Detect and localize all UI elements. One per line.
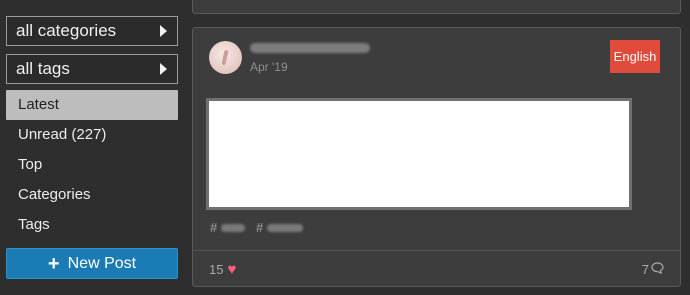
nav-list: Latest Unread (227) Top Categories Tags	[6, 90, 178, 240]
tag-redacted	[221, 223, 246, 232]
nav-item-categories[interactable]: Categories	[6, 180, 178, 210]
card-divider	[193, 250, 680, 251]
like-button[interactable]: 15 ♥	[209, 262, 236, 277]
tags-dropdown[interactable]: all tags	[6, 54, 178, 84]
previous-post-card	[192, 0, 681, 14]
categories-dropdown-label: all categories	[16, 21, 117, 40]
nav-item-tags[interactable]: Tags	[6, 210, 178, 240]
hashtag-icon: #	[256, 220, 264, 235]
caret-right-icon	[160, 25, 167, 37]
hashtag-icon: #	[210, 220, 218, 235]
comment-icon	[649, 262, 664, 277]
caret-right-icon	[160, 63, 167, 75]
tag-redacted	[267, 223, 304, 232]
post-card: Apr '19 English # # 15 ♥ 7	[192, 27, 681, 287]
post-image-placeholder[interactable]	[206, 98, 632, 210]
new-post-button[interactable]: + New Post	[6, 248, 178, 279]
tag-item[interactable]: #	[210, 220, 246, 235]
tags-dropdown-label: all tags	[16, 59, 70, 78]
categories-dropdown[interactable]: all categories	[6, 16, 178, 46]
avatar[interactable]	[209, 41, 242, 74]
nav-item-unread[interactable]: Unread (227)	[6, 120, 178, 150]
reply-count: 7	[641, 262, 649, 277]
plus-icon: +	[47, 252, 60, 275]
username-redacted	[250, 43, 370, 53]
reply-count-button[interactable]: 7	[642, 262, 664, 277]
heart-icon: ♥	[227, 261, 237, 278]
new-post-label: New Post	[67, 254, 137, 272]
like-count: 15	[209, 262, 224, 277]
tag-item[interactable]: #	[256, 220, 304, 235]
nav-item-top[interactable]: Top	[6, 150, 178, 180]
post-date: Apr '19	[250, 60, 288, 74]
nav-item-latest[interactable]: Latest	[6, 90, 178, 120]
language-badge[interactable]: English	[610, 40, 660, 73]
